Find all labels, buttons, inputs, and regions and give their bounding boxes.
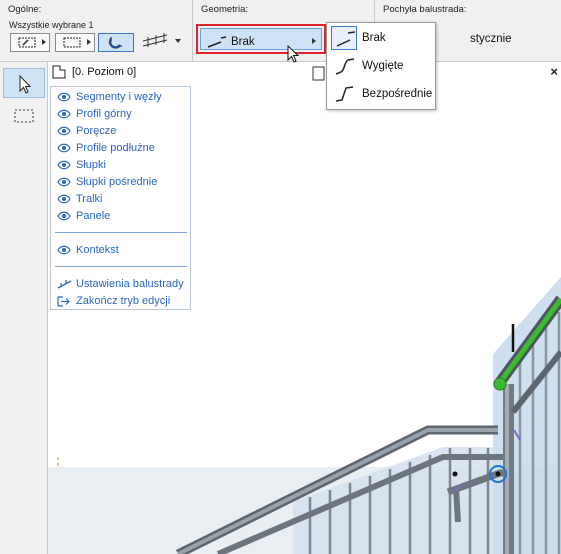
panel-item-label: Profile podłużne	[76, 142, 155, 154]
panel-item-label: Panele	[76, 210, 111, 222]
eye-icon	[57, 177, 71, 187]
slope-value[interactable]: stycznie	[470, 33, 512, 45]
panel-item-balusters[interactable]: Tralki	[51, 191, 190, 208]
panel-item-label: Słupki pośrednie	[76, 176, 158, 188]
magnet-toggle-button[interactable]	[98, 33, 134, 52]
segment-select-icon	[18, 37, 36, 48]
panel-item-posts[interactable]: Słupki	[51, 157, 190, 174]
panel-item-label: Poręcze	[76, 125, 117, 137]
story-label: [0. Poziom 0]	[72, 66, 137, 78]
slope-label: Pochyła balustrada:	[383, 4, 467, 15]
panel-item-label: Profil górny	[76, 108, 132, 120]
close-button[interactable]: ×	[550, 64, 558, 79]
arrow-tool-button[interactable]	[3, 68, 45, 98]
marquee-tool-button[interactable]	[3, 102, 45, 130]
railing-icon	[142, 33, 168, 47]
eye-icon	[57, 211, 71, 221]
general-label: Ogólne:	[8, 4, 42, 15]
chevron-right-icon	[42, 39, 46, 45]
panel-item-panels[interactable]: Panele	[51, 208, 190, 225]
geometry-label: Geometria:	[201, 4, 248, 15]
eye-icon	[57, 126, 71, 136]
chevron-down-icon	[175, 39, 181, 43]
eye-icon	[57, 109, 71, 119]
panel-item-label: Segmenty i węzły	[76, 91, 162, 103]
marquee-icon	[14, 109, 34, 123]
railing-settings-icon	[57, 280, 72, 289]
railing-edit-panel: Segmenty i węzły Profil górny Poręcze Pr…	[50, 86, 191, 310]
railing-settings-link[interactable]: Ustawienia balustrady	[51, 276, 190, 293]
divider	[55, 266, 187, 267]
eye-icon	[57, 143, 71, 153]
panel-item-label: Słupki	[76, 159, 106, 171]
panel-item-rails[interactable]: Profile podłużne	[51, 140, 190, 157]
select-node-button[interactable]	[55, 33, 95, 52]
panel-item-label: Tralki	[76, 193, 103, 205]
toolbox	[0, 62, 59, 554]
panel-item-label: Zakończ tryb edycji	[76, 295, 171, 307]
panel-item-label: Kontekst	[76, 244, 119, 256]
chevron-right-icon	[87, 39, 91, 45]
eye-icon	[57, 245, 71, 255]
eye-icon	[57, 160, 71, 170]
select-segment-button[interactable]	[10, 33, 50, 52]
geometry-value: Brak	[231, 36, 255, 48]
arrow-pointer-icon	[19, 74, 32, 94]
straight-segment-icon	[331, 26, 357, 50]
magnet-icon	[108, 37, 122, 49]
selection-label: Wszystkie wybrane 1	[9, 20, 94, 30]
exit-icon	[57, 296, 70, 307]
floor-plan-icon	[52, 65, 66, 79]
geometry-button[interactable]: Brak	[196, 24, 326, 54]
straight-segment-icon	[207, 36, 227, 48]
panel-item-handrails[interactable]: Poręcze	[51, 123, 190, 140]
panel-item-inner-posts[interactable]: Słupki pośrednie	[51, 174, 190, 191]
railing-type-picker[interactable]	[140, 29, 186, 53]
chevron-right-icon	[312, 38, 316, 44]
eye-icon	[57, 194, 71, 204]
marquee-select-icon	[63, 37, 81, 48]
panel-item-label: Ustawienia balustrady	[76, 278, 184, 290]
divider	[55, 232, 187, 233]
geometry-button-face[interactable]: Brak	[200, 28, 322, 50]
eye-icon	[57, 92, 71, 102]
viewport-header: [0. Poziom 0] ×	[48, 62, 561, 82]
panel-item-segments[interactable]: Segmenty i węzły	[51, 89, 190, 106]
panel-item-top-profile[interactable]: Profil górny	[51, 106, 190, 123]
exit-edit-mode-link[interactable]: Zakończ tryb edycji	[51, 293, 190, 310]
dropdown-item-brak[interactable]: Brak	[327, 25, 435, 51]
general-section: Ogólne: Wszystkie wybrane 1	[0, 0, 193, 62]
panel-item-context[interactable]: Kontekst	[51, 242, 190, 259]
dropdown-item-label: Brak	[362, 32, 386, 44]
